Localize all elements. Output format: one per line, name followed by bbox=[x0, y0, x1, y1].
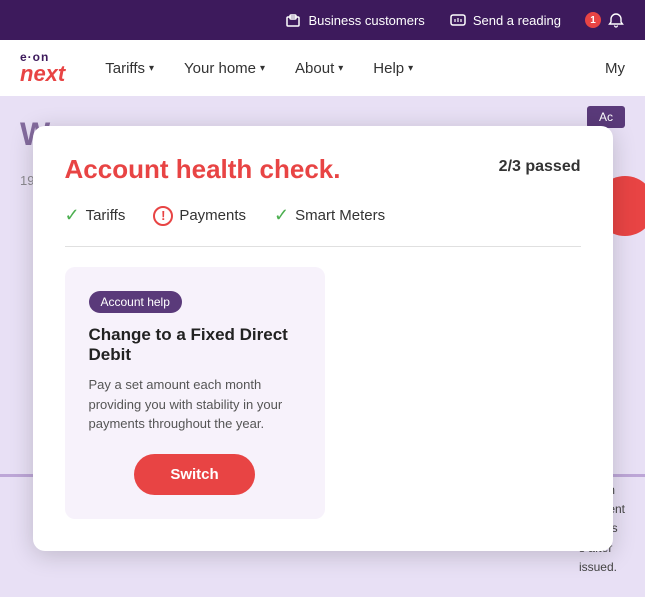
main-header: e·on next Tariffs ▾ Your home ▾ About ▾ … bbox=[0, 40, 645, 96]
logo-next: next bbox=[20, 63, 65, 85]
nav-help-label: Help bbox=[373, 60, 404, 77]
card-badge: Account help bbox=[89, 291, 182, 313]
nav-tariffs-label: Tariffs bbox=[105, 60, 145, 77]
modal-header: Account health check. 2/3 passed bbox=[65, 154, 581, 185]
notification-icon-container[interactable]: 1 bbox=[585, 11, 625, 29]
bell-icon bbox=[607, 11, 625, 29]
check-payments: ! Payments bbox=[153, 206, 246, 226]
send-reading-link[interactable]: Send a reading bbox=[449, 11, 561, 29]
card-title: Change to a Fixed Direct Debit bbox=[89, 325, 301, 365]
logo[interactable]: e·on next bbox=[20, 51, 65, 85]
nav-help[interactable]: Help ▾ bbox=[373, 60, 413, 77]
account-health-modal: Account health check. 2/3 passed ✓ Tarif… bbox=[33, 126, 613, 551]
nav-your-home[interactable]: Your home ▾ bbox=[184, 60, 265, 77]
nav-your-home-label: Your home bbox=[184, 60, 256, 77]
business-customers-link[interactable]: Business customers bbox=[284, 11, 424, 29]
check-pass-icon: ✓ bbox=[65, 205, 80, 226]
check-warn-icon: ! bbox=[153, 206, 173, 226]
nav-about[interactable]: About ▾ bbox=[295, 60, 343, 77]
top-bar: Business customers Send a reading 1 bbox=[0, 0, 645, 40]
check-smart-meters-label: Smart Meters bbox=[295, 207, 385, 224]
chevron-down-icon: ▾ bbox=[260, 63, 265, 74]
check-tariffs: ✓ Tariffs bbox=[65, 205, 126, 226]
modal-overlay: Account health check. 2/3 passed ✓ Tarif… bbox=[0, 96, 645, 597]
chevron-down-icon: ▾ bbox=[338, 63, 343, 74]
nav-my-label: My bbox=[605, 60, 625, 77]
account-help-card: Account help Change to a Fixed Direct De… bbox=[65, 267, 325, 519]
modal-title: Account health check. bbox=[65, 154, 341, 185]
switch-button[interactable]: Switch bbox=[134, 454, 254, 495]
check-smart-meters: ✓ Smart Meters bbox=[274, 205, 385, 226]
card-description: Pay a set amount each month providing yo… bbox=[89, 375, 301, 434]
send-reading-label: Send a reading bbox=[473, 13, 561, 28]
nav-my[interactable]: My bbox=[605, 60, 625, 77]
business-customers-label: Business customers bbox=[308, 13, 424, 28]
nav-tariffs[interactable]: Tariffs ▾ bbox=[105, 60, 154, 77]
chevron-down-icon: ▾ bbox=[408, 63, 413, 74]
modal-checks: ✓ Tariffs ! Payments ✓ Smart Meters bbox=[65, 205, 581, 247]
modal-passed: 2/3 passed bbox=[499, 158, 581, 176]
nav-about-label: About bbox=[295, 60, 334, 77]
business-icon bbox=[284, 11, 302, 29]
check-tariffs-label: Tariffs bbox=[86, 207, 126, 224]
notification-badge: 1 bbox=[585, 12, 601, 28]
check-pass-icon-2: ✓ bbox=[274, 205, 289, 226]
chevron-down-icon: ▾ bbox=[149, 63, 154, 74]
check-payments-label: Payments bbox=[179, 207, 246, 224]
meter-icon bbox=[449, 11, 467, 29]
